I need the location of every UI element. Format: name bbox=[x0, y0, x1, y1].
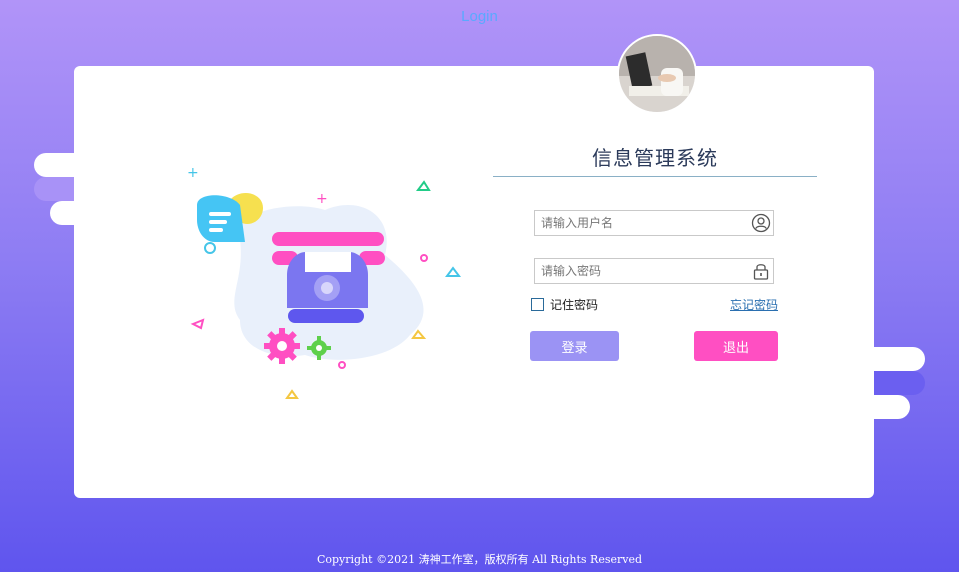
page-title-tab: Login bbox=[461, 8, 498, 25]
username-input[interactable] bbox=[535, 211, 746, 235]
lock-icon bbox=[751, 261, 771, 281]
exit-button[interactable]: 退出 bbox=[694, 331, 778, 361]
remember-checkbox[interactable] bbox=[531, 298, 544, 311]
system-title: 信息管理系统 bbox=[592, 148, 718, 170]
forgot-password-link[interactable]: 忘记密码 bbox=[730, 296, 778, 313]
avatar bbox=[617, 34, 697, 114]
copyright-footer: Copyright ©2021 涛神工作室，版权所有 All Rights Re… bbox=[316, 553, 643, 566]
username-field bbox=[534, 210, 774, 236]
phone-illustration: + + bbox=[185, 160, 465, 410]
title-divider bbox=[493, 176, 817, 177]
password-field bbox=[534, 258, 774, 284]
password-input[interactable] bbox=[535, 259, 746, 283]
svg-text:+: + bbox=[187, 165, 199, 181]
remember-password[interactable]: 记住密码 bbox=[531, 296, 598, 313]
login-button[interactable]: 登录 bbox=[530, 331, 619, 361]
user-icon bbox=[751, 213, 771, 233]
svg-text:+: + bbox=[316, 191, 328, 207]
remember-label: 记住密码 bbox=[550, 298, 599, 312]
